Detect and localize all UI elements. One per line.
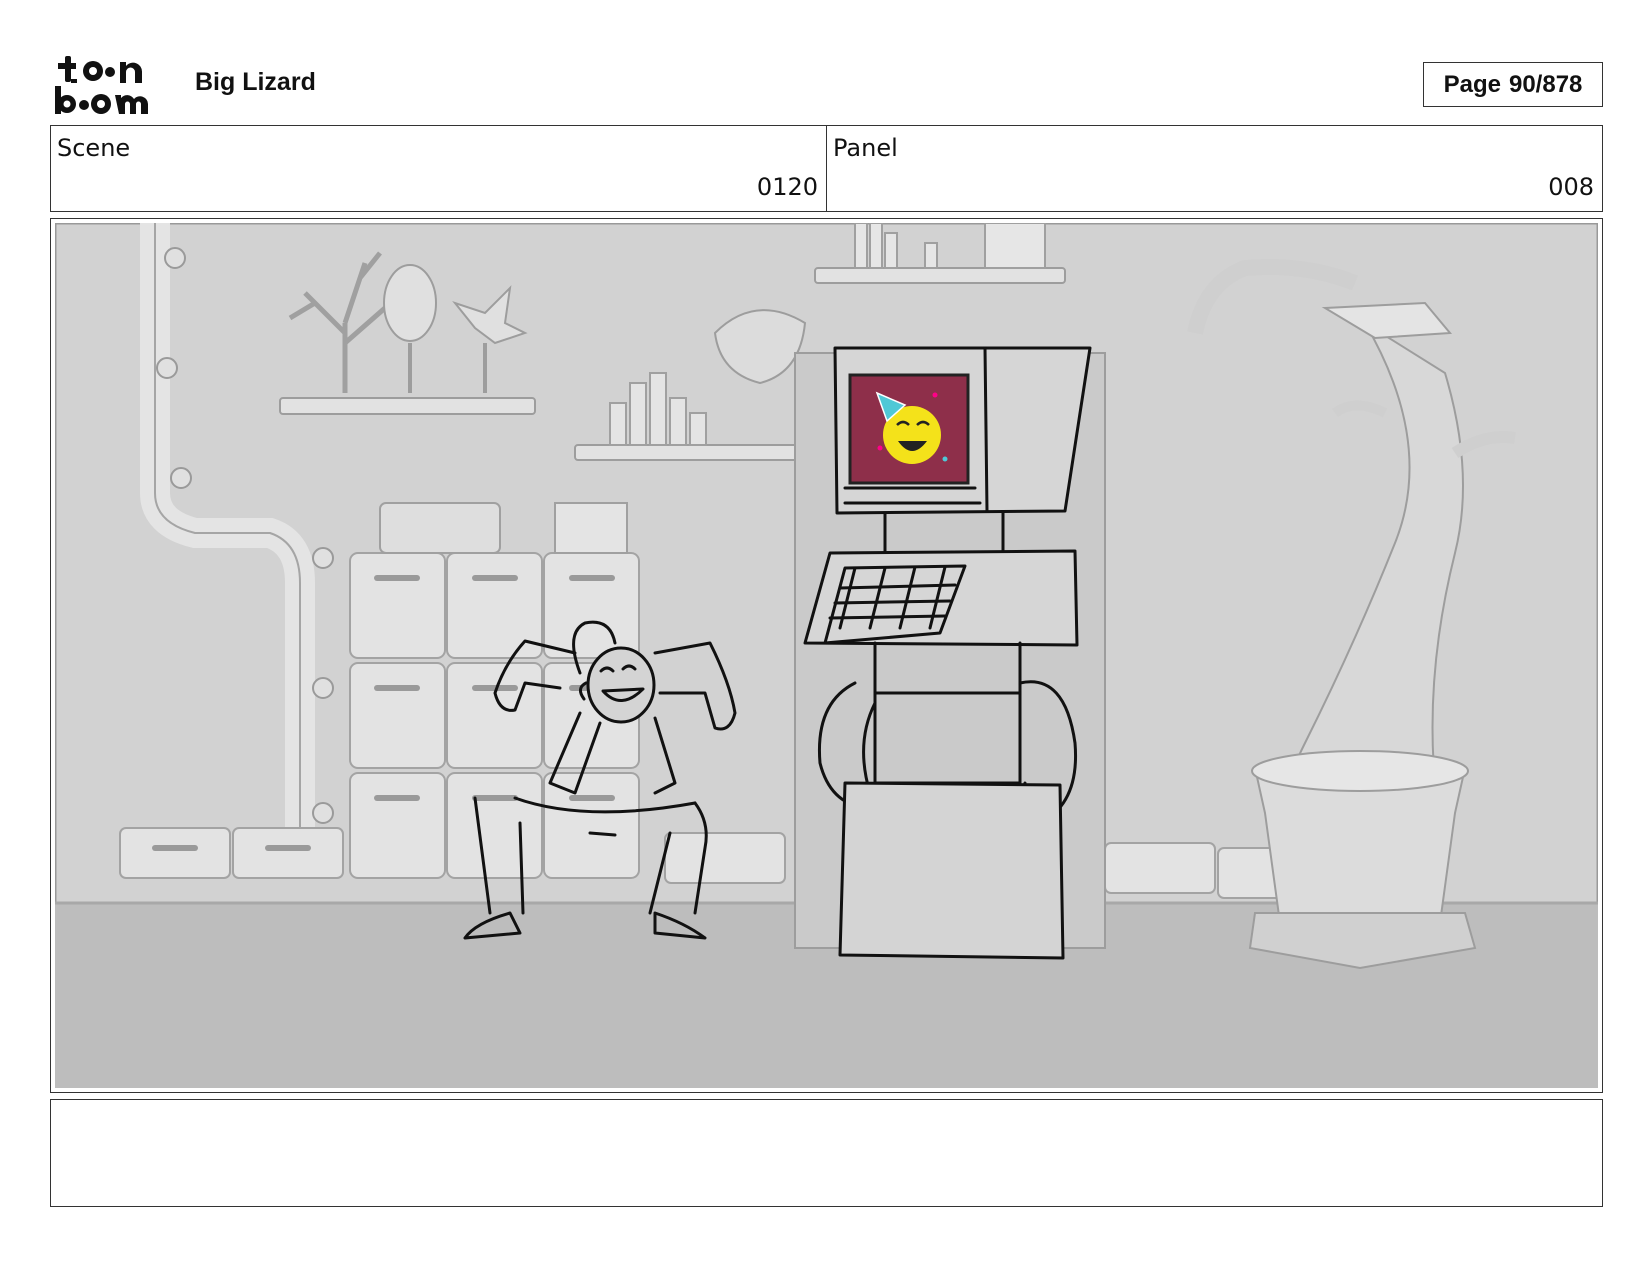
wall-shelf bbox=[279, 397, 536, 415]
top-shelf bbox=[814, 267, 1066, 284]
scene-cell: Scene 0120 bbox=[51, 126, 826, 211]
toonboom-logo bbox=[52, 52, 170, 116]
page-label: Page bbox=[1443, 70, 1501, 98]
middle-shelf bbox=[574, 444, 806, 461]
rock-ornament bbox=[383, 264, 437, 342]
storyboard-panel bbox=[50, 218, 1603, 1093]
scene-label: Scene bbox=[57, 134, 131, 162]
panel-label: Panel bbox=[833, 134, 898, 162]
panel-number: 008 bbox=[1548, 173, 1594, 201]
scene-number: 0120 bbox=[756, 173, 818, 201]
scene-panel-row: Scene 0120 Panel 008 bbox=[50, 125, 1603, 212]
page-number: 90/878 bbox=[1508, 70, 1583, 98]
panel-artwork bbox=[55, 223, 1598, 1088]
panel-notes-box bbox=[50, 1099, 1603, 1207]
project-title: Big Lizard bbox=[195, 68, 316, 96]
panel-cell: Panel 008 bbox=[826, 126, 1602, 211]
page-indicator: Page 90/878 bbox=[1423, 62, 1603, 107]
